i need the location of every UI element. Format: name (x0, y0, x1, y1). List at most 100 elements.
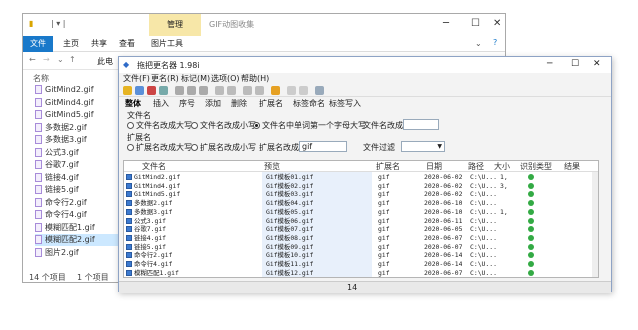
settings-icon[interactable] (287, 86, 296, 95)
menu-file[interactable]: 文件(F) (123, 73, 150, 84)
file-item[interactable]: 命令行4.gif (35, 209, 119, 221)
chevron-down-icon[interactable]: ⌄ (475, 39, 482, 48)
vertical-scrollbar[interactable] (592, 172, 598, 277)
file-item[interactable]: 谷歌7.gif (35, 159, 119, 171)
row-checkbox[interactable] (126, 243, 132, 250)
checkbox-cell[interactable] (126, 251, 132, 259)
info-icon[interactable] (315, 86, 324, 95)
tab-home[interactable]: 主页 (63, 36, 79, 52)
col-type[interactable]: 识别类型 (520, 161, 552, 172)
file-item[interactable]: 模糊匹配1.gif (35, 222, 119, 234)
file-item[interactable]: 链接4.gif (35, 172, 119, 184)
checkbox-cell[interactable] (126, 182, 132, 190)
radio-icon[interactable] (127, 144, 134, 151)
copy-icon[interactable] (175, 86, 184, 95)
up-icon[interactable]: ↑ (69, 55, 76, 64)
tab-file[interactable]: 文件 (23, 36, 53, 52)
opt-filename-upper[interactable]: 文件名改成大写 (127, 120, 192, 131)
row-checkbox[interactable] (126, 234, 132, 241)
table-row[interactable]: 命令行2.gif Gif模板10.gif gif 2020-06-14 C:\U... (124, 251, 598, 259)
tab-sequence[interactable]: 序号 (179, 98, 195, 109)
checkbox-cell[interactable] (126, 208, 132, 216)
row-checkbox[interactable] (126, 226, 132, 233)
open-icon[interactable] (123, 86, 132, 95)
file-item[interactable]: 公式3.gif (35, 147, 119, 159)
file-item[interactable]: 链接5.gif (35, 184, 119, 196)
file-item[interactable]: GitMind5.gif (35, 109, 119, 121)
tab-add[interactable]: 添加 (205, 98, 221, 109)
tab-share[interactable]: 共享 (91, 36, 107, 52)
down-icon[interactable] (255, 86, 264, 95)
recent-icon[interactable]: ⌄ (57, 55, 64, 64)
tab-whole[interactable]: 整体 (125, 98, 141, 109)
checkbox-cell[interactable] (126, 173, 132, 181)
menu-mark[interactable]: 标记(M) (181, 73, 210, 84)
opt-filename-capitalize[interactable]: 文件名中单词第一个字母大写 (253, 120, 366, 131)
checkbox-cell[interactable] (126, 190, 132, 198)
file-item[interactable]: GitMind4.gif (35, 97, 119, 109)
col-filename[interactable]: 文件名 (142, 161, 166, 172)
add-icon[interactable] (135, 86, 144, 95)
table-row[interactable]: 模糊匹配1.gif Gif模板12.gif gif 2020-06-07 C:\U... (124, 269, 598, 277)
col-size[interactable]: 大小 (494, 161, 510, 172)
file-item[interactable]: 命令行2.gif (35, 197, 119, 209)
table-row[interactable]: 命令行4.gif Gif模板11.gif gif 2020-06-14 C:\U... (124, 260, 598, 268)
menu-options[interactable]: 选项(O) (211, 73, 240, 84)
tab-insert[interactable]: 插入 (153, 98, 169, 109)
tab-tag-write[interactable]: 标签写入 (329, 98, 361, 109)
file-filter-select[interactable]: ▼ (401, 141, 445, 152)
minimize-icon[interactable]: ─ (443, 18, 449, 29)
back-icon[interactable]: ← (29, 55, 36, 64)
checkbox-cell[interactable] (126, 225, 132, 233)
file-item[interactable]: 多数据2.gif (35, 122, 119, 134)
folder-icon[interactable] (271, 86, 280, 95)
row-checkbox[interactable] (126, 200, 132, 207)
checkbox-cell[interactable] (126, 234, 132, 242)
row-checkbox[interactable] (126, 174, 132, 180)
radio-icon[interactable] (127, 122, 134, 129)
tab-tag-naming[interactable]: 标签命名 (293, 98, 325, 109)
file-item[interactable]: 图片2.gif (35, 247, 119, 259)
opt-filename-lower[interactable]: 文件名改成小写 (191, 120, 256, 131)
up-icon[interactable] (243, 86, 252, 95)
opt-ext-upper[interactable]: 扩展名改成大写 (127, 142, 192, 153)
filter-icon[interactable] (227, 86, 236, 95)
table-row[interactable]: GitMind5.gif Gif模板03.gif gif 2020-06-02 C:\U… (124, 190, 598, 198)
col-path[interactable]: 路径 (468, 161, 484, 172)
tab-extension[interactable]: 扩展名 (259, 98, 283, 109)
table-row[interactable]: 谷歌7.gif Gif模板07.gif gif 2020-06-05 C:\U... (124, 225, 598, 233)
table-row[interactable]: 多数据3.gif Gif模板05.gif gif 2020-06-10 C:\U... 1… (124, 208, 598, 216)
opt-ext-lower[interactable]: 扩展名改成小写 (191, 142, 256, 153)
help-icon[interactable]: ? (493, 38, 497, 47)
col-date[interactable]: 日期 (426, 161, 442, 172)
menu-help[interactable]: 帮助(H) (241, 73, 269, 84)
row-checkbox[interactable] (126, 269, 132, 276)
file-item[interactable]: GitMind2.gif (35, 84, 119, 96)
list-icon[interactable] (199, 86, 208, 95)
row-checkbox[interactable] (126, 208, 132, 215)
radio-selected-icon[interactable] (253, 122, 260, 129)
tools-icon[interactable] (299, 86, 308, 95)
col-ext[interactable]: 扩展名 (376, 161, 400, 172)
checkbox-cell[interactable] (126, 199, 132, 207)
filename-change-input[interactable] (403, 119, 439, 130)
checkbox-cell[interactable] (126, 217, 132, 225)
tab-picture-tools[interactable]: 图片工具 (151, 36, 183, 52)
ext-change-input[interactable]: gif (299, 141, 347, 152)
maximize-icon[interactable]: ☐ (471, 18, 480, 29)
table-row[interactable]: 链接4.gif Gif模板08.gif gif 2020-06-07 C:\U... (124, 234, 598, 242)
row-checkbox[interactable] (126, 182, 132, 189)
table-row[interactable]: GitMind4.gif Gif模板02.gif gif 2020-06-02 C:\U… (124, 182, 598, 190)
close-icon[interactable]: ✕ (493, 18, 501, 29)
checkbox-cell[interactable] (126, 260, 132, 268)
tab-view[interactable]: 查看 (119, 36, 135, 52)
checkbox-cell[interactable] (126, 243, 132, 251)
col-result[interactable]: 结果 (564, 161, 580, 172)
table-row[interactable]: 公式3.gif Gif模板06.gif gif 2020-06-11 C:\U... (124, 217, 598, 225)
table-row[interactable]: GitMind2.gif Gif模板01.gif gif 2020-06-02 C:\U… (124, 173, 598, 181)
row-checkbox[interactable] (126, 261, 132, 267)
minimize-icon[interactable]: ─ (547, 59, 552, 69)
forward-icon[interactable]: → (43, 55, 50, 64)
col-preview[interactable]: 预览 (264, 161, 280, 172)
refresh-icon[interactable] (159, 86, 168, 95)
